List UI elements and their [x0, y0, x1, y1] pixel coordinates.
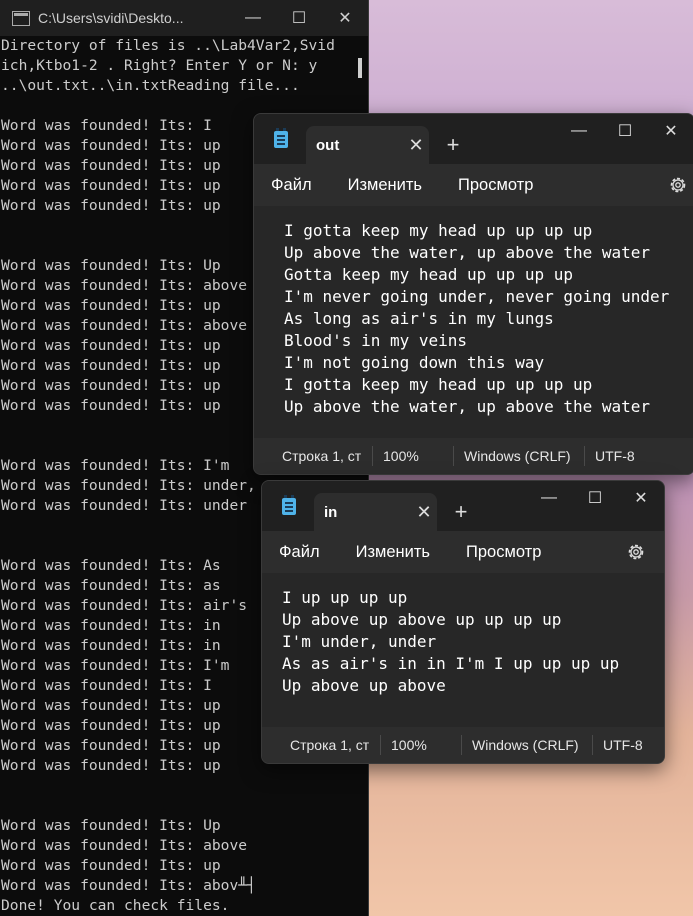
console-scrollbar[interactable] [358, 58, 362, 78]
minimize-icon[interactable]: — [526, 481, 572, 515]
console-line: ..\out.txt..\in.txtReading file... [1, 77, 300, 94]
maximize-icon[interactable]: ☐ [602, 114, 648, 148]
maximize-icon[interactable]: ☐ [276, 0, 322, 36]
status-line-ending: Windows (CRLF) [464, 448, 571, 464]
status-encoding: UTF-8 [595, 448, 635, 464]
notepad-app-icon [272, 128, 292, 150]
settings-gear-icon[interactable] [668, 175, 688, 195]
console-title: C:\Users\svidi\Deskto... [38, 10, 184, 26]
close-icon[interactable]: ✕ [648, 114, 693, 148]
status-bar: Строка 1, ст 100% Windows (CRLF) UTF-8 [254, 438, 693, 474]
close-icon[interactable]: ✕ [322, 0, 368, 36]
settings-gear-icon[interactable] [626, 542, 646, 562]
maximize-icon[interactable]: ☐ [572, 481, 618, 515]
console-line: ich,Ktbo1-2 . Right? Enter Y or N: y [1, 57, 318, 74]
notepad-titlebar[interactable]: in ✕ + — ☐ ✕ [262, 481, 664, 531]
console-line: Directory of files is ..\Lab4Var2,Svid [1, 37, 335, 54]
minimize-icon[interactable]: — [556, 114, 602, 148]
status-position: Строка 1, ст [290, 737, 370, 753]
console-line: Word was founded! Its: up [1, 857, 221, 874]
console-app-icon [12, 10, 30, 26]
minimize-icon[interactable]: — [230, 0, 276, 36]
menu-view[interactable]: Просмотр [458, 176, 533, 195]
tab-title: in [324, 503, 338, 521]
status-zoom: 100% [383, 448, 419, 464]
tab-close-icon[interactable]: ✕ [411, 502, 437, 523]
status-position: Строка 1, ст [282, 448, 362, 464]
tab-in[interactable]: in ✕ [314, 493, 437, 531]
status-line-ending: Windows (CRLF) [472, 737, 579, 753]
new-tab-icon[interactable]: + [437, 493, 485, 531]
tab-title: out [316, 136, 340, 154]
console-line: Word was founded! Its: above [1, 837, 248, 854]
menu-file[interactable]: Файл [271, 176, 312, 195]
console-titlebar[interactable]: C:\Users\svidi\Deskto... — ☐ ✕ [0, 0, 368, 36]
status-zoom: 100% [391, 737, 427, 753]
menu-edit[interactable]: Изменить [348, 176, 422, 195]
status-encoding: UTF-8 [603, 737, 643, 753]
notepad-window-in: in ✕ + — ☐ ✕ Файл Изменить Просмотр I up… [261, 480, 665, 764]
menu-file[interactable]: Файл [279, 543, 320, 562]
notepad-titlebar[interactable]: out ✕ + — ☐ ✕ [254, 114, 693, 164]
console-line: Word was founded! Its: Up [1, 817, 221, 834]
console-line: Done! You can check files. [1, 897, 230, 914]
console-line: Word was founded! Its: abov╨┤ [1, 877, 256, 894]
menu-edit[interactable]: Изменить [356, 543, 430, 562]
notepad-app-icon [280, 495, 300, 517]
text-editor[interactable]: I up up up up Up above up above up up up… [262, 573, 664, 697]
text-editor[interactable]: I gotta keep my head up up up up Up abov… [254, 206, 693, 418]
new-tab-icon[interactable]: + [429, 126, 477, 164]
status-bar: Строка 1, ст 100% Windows (CRLF) UTF-8 [262, 727, 664, 763]
menu-bar: Файл Изменить Просмотр [262, 531, 664, 573]
notepad-window-out: out ✕ + — ☐ ✕ Файл Изменить Просмотр I g… [253, 113, 693, 475]
close-icon[interactable]: ✕ [618, 481, 664, 515]
tab-out[interactable]: out ✕ [306, 126, 429, 164]
tab-close-icon[interactable]: ✕ [403, 135, 429, 156]
menu-bar: Файл Изменить Просмотр [254, 164, 693, 206]
menu-view[interactable]: Просмотр [466, 543, 541, 562]
